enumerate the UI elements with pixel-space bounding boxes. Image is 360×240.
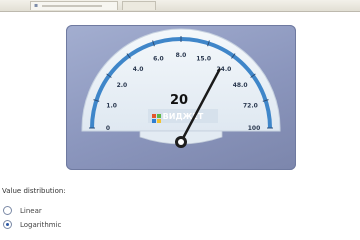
gauge-tick-label: 0 xyxy=(106,125,110,132)
linear-radio[interactable] xyxy=(3,206,12,215)
logarithmic-label: Logarithmic xyxy=(20,220,62,229)
gauge-tick-label: 2.0 xyxy=(117,82,128,89)
logarithmic-radio[interactable] xyxy=(3,220,12,229)
browser-tab[interactable]: ▪ xyxy=(30,1,118,10)
gauge-tick-label: 6.0 xyxy=(153,56,164,63)
gauge: 01.02.04.06.08.015.024.048.072.0100 ВИДЖ… xyxy=(81,28,281,148)
gauge-tick-label: 8.0 xyxy=(176,52,187,59)
gauge-tick-label: 4.0 xyxy=(133,66,144,73)
gauge-tick-label: 1.0 xyxy=(106,102,117,109)
radio-option-logarithmic[interactable]: Logarithmic xyxy=(3,219,61,230)
value-distribution-title: Value distribution: xyxy=(2,187,66,195)
gauge-tick-label: 100 xyxy=(248,125,261,132)
gauge-tick-label: 15.0 xyxy=(196,56,211,63)
gauge-panel: 0 1.0 2.0 4.0 6.0 8.0 15.0 24.0 48.0 72.0 100 ВИДЖ… xyxy=(66,25,296,170)
gauge-value: 20 xyxy=(170,93,188,108)
linear-label: Linear xyxy=(20,206,42,215)
radio-option-linear[interactable]: Linear xyxy=(3,205,42,216)
gauge-tick-label: 48.0 xyxy=(233,82,248,89)
gauge-tick-label: 72.0 xyxy=(243,102,258,109)
watermark-text: ВИДЖЕТ xyxy=(163,112,204,121)
browser-tab-bar: ▪ xyxy=(0,0,360,12)
browser-tab-secondary[interactable] xyxy=(122,1,156,10)
tab-title-placeholder xyxy=(42,5,102,7)
window-icon: ▪ xyxy=(34,2,39,9)
